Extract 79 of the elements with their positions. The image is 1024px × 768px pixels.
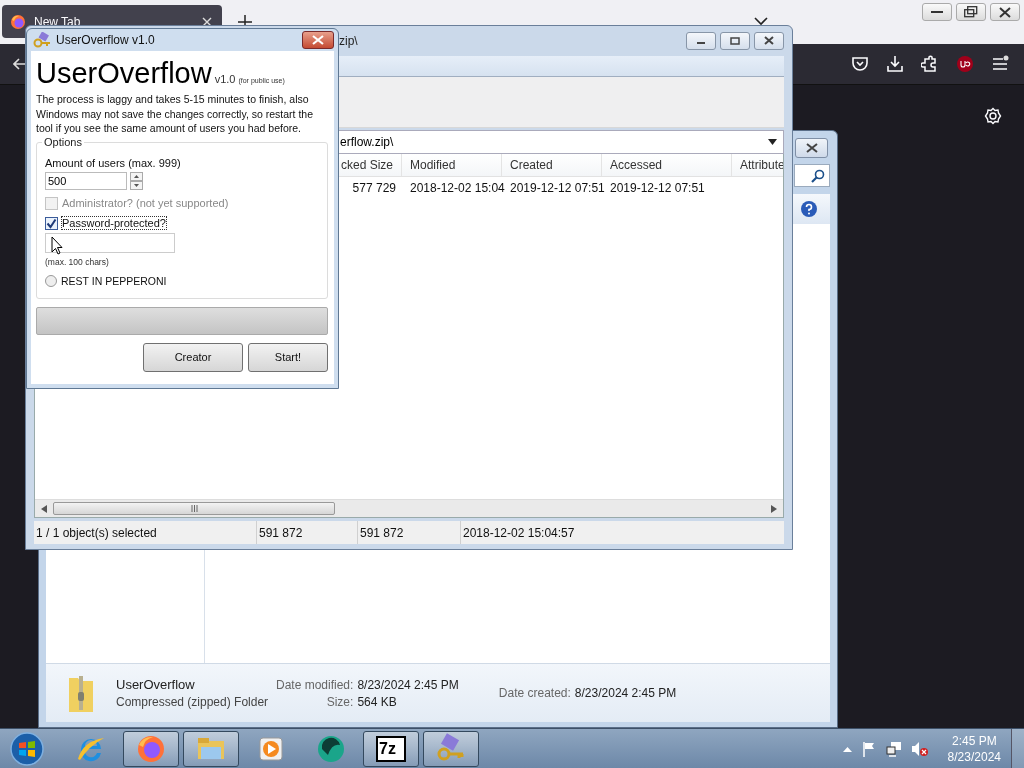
status-text: 1 / 1 object(s) selected <box>34 521 257 544</box>
column-header[interactable]: Created <box>502 154 602 176</box>
cursor-icon <box>51 236 63 255</box>
taskbar-button[interactable]: 7z <box>363 730 419 767</box>
status-text: 2018-12-02 15:04:57 <box>462 524 576 542</box>
radio-button[interactable] <box>45 274 57 287</box>
group-title: Options <box>42 135 84 148</box>
taskbar-button[interactable] <box>423 730 479 767</box>
table-cell-text: 577 729 <box>351 180 397 195</box>
close-icon[interactable] <box>202 16 212 27</box>
close-icon <box>312 35 324 45</box>
grip-icon <box>190 505 198 512</box>
key-icon <box>33 32 51 48</box>
scrollbar-thumb[interactable] <box>53 502 335 515</box>
start-button[interactable] <box>9 730 45 767</box>
status-text: 591 872 <box>358 521 461 544</box>
detail-value: 8/23/2024 2:45 PM <box>357 677 459 692</box>
checkbox-label: Administrator? (not yet supported) <box>62 197 229 209</box>
network-icon[interactable] <box>885 740 902 757</box>
dialog-button[interactable]: Creator <box>143 342 243 372</box>
show-desktop-button[interactable] <box>1011 729 1024 768</box>
puzzle-icon[interactable] <box>921 55 939 73</box>
download-icon[interactable] <box>886 55 904 73</box>
password-field[interactable] <box>45 232 175 253</box>
checkbox[interactable] <box>45 216 58 230</box>
close-button[interactable] <box>795 137 828 158</box>
minimize-icon <box>931 11 943 13</box>
scroll-right-icon[interactable] <box>771 504 777 513</box>
file-name: UserOverflow <box>116 677 196 692</box>
column-header[interactable]: Accessed <box>602 154 732 176</box>
restore-icon <box>964 6 978 18</box>
app-heading: UserOverflow <box>36 57 212 89</box>
search-field[interactable] <box>794 164 830 187</box>
close-button[interactable] <box>302 31 334 49</box>
detail-label: Size: <box>325 694 354 709</box>
spin-down-icon[interactable] <box>130 180 143 190</box>
hint-text: (max. 100 chars) <box>45 256 109 267</box>
close-button[interactable] <box>990 3 1020 21</box>
app-label: 7z <box>379 739 396 758</box>
menu-icon[interactable] <box>991 55 1009 73</box>
dropdown-icon[interactable] <box>768 139 777 145</box>
detail-label: Date created: <box>498 686 571 700</box>
number-field[interactable]: 500 <box>45 171 127 190</box>
horizontal-scrollbar[interactable] <box>35 499 783 517</box>
minimize-button[interactable] <box>922 3 952 21</box>
field-label: Amount of users (max. 999) <box>45 156 181 169</box>
status-text: 591 872 <box>257 521 358 544</box>
detail-value: 8/23/2024 2:45 PM <box>574 686 677 700</box>
help-icon[interactable] <box>800 200 818 218</box>
file-type: Compressed (zipped) Folder <box>116 695 270 709</box>
dialog-button[interactable]: Start! <box>248 342 328 372</box>
shield-icon[interactable] <box>956 55 974 73</box>
close-button[interactable] <box>754 32 784 50</box>
close-icon <box>805 142 818 153</box>
flag-icon[interactable] <box>860 740 877 757</box>
minimize-button[interactable] <box>686 32 716 50</box>
window-title: zip\ <box>339 34 358 48</box>
maximize-button[interactable] <box>720 32 750 50</box>
firefox-icon <box>10 13 26 30</box>
column-header[interactable]: Modified <box>402 154 502 176</box>
close-icon <box>999 6 1011 18</box>
version-label: v1.0 <box>214 73 236 85</box>
restore-button[interactable] <box>956 3 986 21</box>
back-icon[interactable] <box>13 58 27 70</box>
table-cell-text: 2019-12-12 07:51 <box>609 180 706 195</box>
search-icon[interactable] <box>811 168 825 183</box>
taskbar-button[interactable] <box>123 730 179 767</box>
checkbox-label[interactable]: Password-protected? <box>62 217 166 229</box>
detail-value: 564 KB <box>357 694 398 709</box>
settings-icon[interactable] <box>984 107 1002 125</box>
column-header[interactable]: cked Size <box>340 154 402 176</box>
expand-icon[interactable] <box>842 745 852 752</box>
spin-up-icon[interactable] <box>130 171 143 181</box>
radio-label[interactable]: REST IN PEPPERONI <box>61 274 167 287</box>
taskbar-button[interactable] <box>183 730 239 767</box>
chevron-down-icon[interactable] <box>754 17 768 26</box>
speaker-muted-icon[interactable] <box>910 740 929 757</box>
pocket-icon[interactable] <box>851 55 869 73</box>
detail-label: Date modified: <box>276 677 354 692</box>
